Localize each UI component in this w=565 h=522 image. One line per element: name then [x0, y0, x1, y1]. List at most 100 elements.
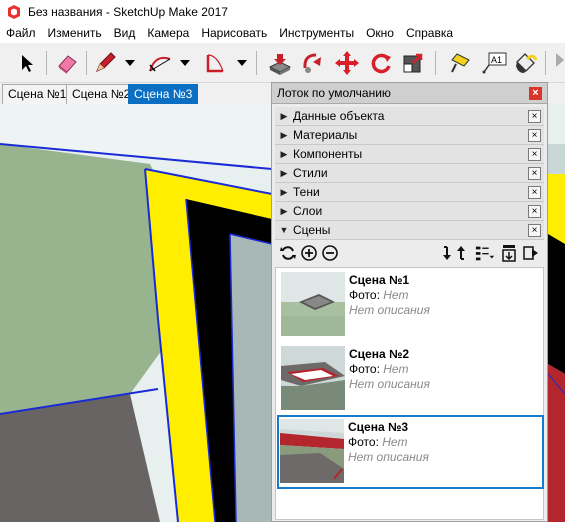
expand-arrow-icon: ▶	[280, 129, 288, 140]
scene-tab-3[interactable]: Сцена №3	[128, 84, 199, 104]
menu-help[interactable]: Справка	[400, 23, 459, 43]
move-scene-down-button[interactable]	[435, 243, 455, 263]
arc-tool-button[interactable]	[145, 48, 175, 78]
toolbar-separator	[86, 51, 87, 75]
rectangle-dropdown[interactable]	[235, 48, 249, 78]
menu-camera[interactable]: Камера	[141, 23, 195, 43]
scene-tabs: Сцена №1 Сцена №2 Сцена №3	[0, 83, 272, 104]
move-tool-button[interactable]	[332, 48, 362, 78]
scene-thumbnail	[280, 419, 344, 483]
view-options-button[interactable]	[475, 243, 495, 263]
scenes-list[interactable]: Сцена №1 Фото: Нет Нет описания Сцена №2	[275, 267, 544, 520]
select-tool-button[interactable]	[12, 48, 42, 78]
paint-bucket-tool-button[interactable]	[510, 48, 540, 78]
refresh-scene-button[interactable]	[278, 243, 298, 263]
scene-thumbnail	[281, 346, 345, 410]
default-tray: Лоток по умолчанию × ▶ Данные объекта × …	[271, 82, 548, 522]
toolbar-separator	[46, 51, 47, 75]
scene-tab-2[interactable]: Сцена №2	[66, 84, 137, 104]
panel-components[interactable]: ▶ Компоненты ×	[275, 145, 544, 164]
panel-shadows[interactable]: ▶ Тени ×	[275, 183, 544, 202]
panel-layers[interactable]: ▶ Слои ×	[275, 202, 544, 221]
scale-tool-button[interactable]	[399, 48, 429, 78]
toolbar-separator	[435, 51, 436, 75]
push-pull-icon	[268, 54, 292, 75]
panel-styles[interactable]: ▶ Стили ×	[275, 164, 544, 183]
menu-file[interactable]: Файл	[0, 23, 42, 43]
menu-edit[interactable]: Изменить	[42, 23, 108, 43]
panel-entity-info[interactable]: ▶ Данные объекта ×	[275, 107, 544, 126]
menu-window[interactable]: Окно	[360, 23, 400, 43]
scene-photo: Фото: Нет	[348, 435, 407, 449]
text-label-icon: A1	[482, 52, 507, 74]
scene-list-item-1[interactable]: Сцена №1 Фото: Нет Нет описания	[279, 269, 544, 341]
panel-close-button[interactable]: ×	[528, 109, 541, 123]
scene-photo: Фото: Нет	[349, 288, 408, 302]
show-details-button[interactable]	[521, 243, 541, 263]
remove-icon	[322, 245, 338, 261]
scene-photo-label: Фото:	[349, 288, 380, 302]
push-pull-tool-button[interactable]	[265, 48, 295, 78]
panel-close-button[interactable]: ×	[528, 204, 541, 218]
title-bar: Без названия - SketchUp Make 2017	[0, 0, 565, 23]
panel-close-button[interactable]: ×	[528, 223, 541, 237]
view-options-icon	[475, 246, 495, 261]
scene-tab-1[interactable]: Сцена №1	[2, 84, 73, 104]
eraser-icon	[58, 55, 77, 74]
toolbar-overflow	[552, 48, 565, 78]
scene-list-item-3[interactable]: Сцена №3 Фото: Нет Нет описания	[277, 415, 544, 489]
tape-measure-tool-button[interactable]	[446, 48, 476, 78]
scene-photo-label: Фото:	[348, 435, 379, 449]
expand-arrow-icon: ▶	[280, 167, 288, 178]
menu-draw[interactable]: Нарисовать	[195, 23, 273, 43]
scene-settings-button[interactable]	[499, 243, 519, 263]
text-tool-button[interactable]: A1	[479, 48, 509, 78]
scene-photo-value: Нет	[383, 362, 409, 376]
panel-label: Компоненты	[293, 147, 363, 161]
panel-label: Слои	[293, 204, 323, 218]
panel-label: Тени	[293, 185, 320, 199]
panel-label: Материалы	[293, 128, 358, 142]
panel-close-button[interactable]: ×	[528, 166, 541, 180]
menu-tools[interactable]: Инструменты	[273, 23, 360, 43]
arrow-cursor-icon	[22, 55, 33, 72]
pencil-tool-button[interactable]	[90, 48, 120, 78]
scene-settings-icon	[502, 245, 516, 262]
panel-scenes[interactable]: ▼ Сцены ×	[275, 221, 544, 240]
panel-materials[interactable]: ▶ Материалы ×	[275, 126, 544, 145]
scene-description: Нет описания	[349, 303, 430, 317]
arc-dropdown[interactable]	[178, 48, 192, 78]
panel-label: Стили	[293, 166, 328, 180]
tape-measure-icon	[451, 53, 470, 73]
panel-close-button[interactable]: ×	[528, 147, 541, 161]
toolbar-separator	[256, 51, 257, 75]
collapse-arrow-icon: ▼	[279, 225, 289, 235]
tray-title: Лоток по умолчанию	[277, 86, 391, 100]
rotate-tool-button[interactable]	[366, 48, 396, 78]
rectangle-tool-button[interactable]	[200, 48, 230, 78]
sketchup-icon	[8, 4, 20, 19]
menu-view[interactable]: Вид	[108, 23, 142, 43]
scene-photo: Фото: Нет	[349, 362, 408, 376]
scene-photo-value: Нет	[382, 435, 408, 449]
scene-list-item-2[interactable]: Сцена №2 Фото: Нет Нет описания	[279, 343, 544, 415]
tray-close-button[interactable]: ×	[529, 86, 542, 100]
scene-photo-value: Нет	[383, 288, 409, 302]
svg-text:A1: A1	[491, 55, 502, 65]
follow-me-icon	[303, 53, 321, 73]
eraser-tool-button[interactable]	[52, 48, 82, 78]
panel-label: Данные объекта	[293, 109, 385, 123]
scene-name: Сцена №2	[349, 347, 410, 361]
move-scene-up-button[interactable]	[453, 243, 473, 263]
main-toolbar: A1	[0, 43, 565, 83]
add-scene-button[interactable]	[299, 243, 319, 263]
panel-close-button[interactable]: ×	[528, 185, 541, 199]
scene-photo-label: Фото:	[349, 362, 380, 376]
panel-close-button[interactable]: ×	[528, 128, 541, 142]
pencil-dropdown[interactable]	[123, 48, 137, 78]
window-title: Без названия - SketchUp Make 2017	[28, 4, 228, 19]
move-up-icon	[457, 246, 465, 260]
remove-scene-button[interactable]	[320, 243, 340, 263]
follow-me-tool-button[interactable]	[298, 48, 328, 78]
scene-thumbnail	[281, 272, 345, 336]
